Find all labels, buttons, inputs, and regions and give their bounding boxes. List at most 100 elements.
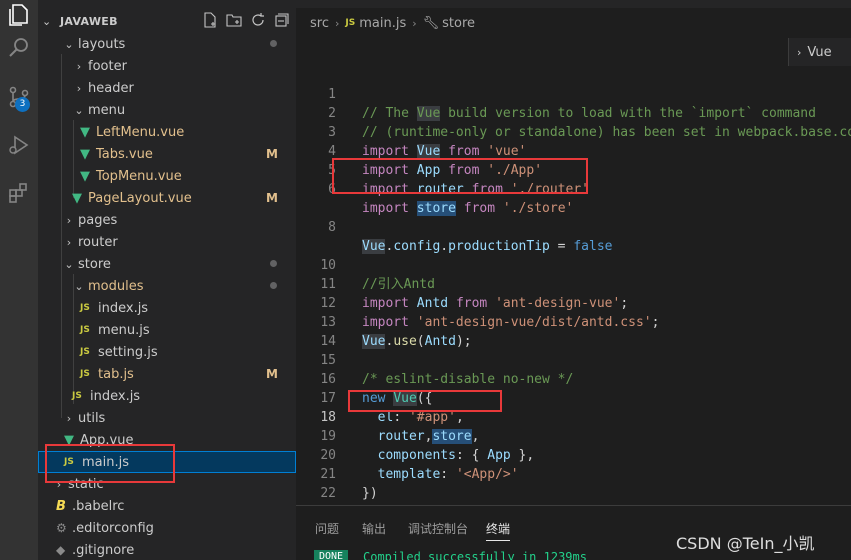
tree-item-label: router: [78, 234, 118, 250]
chevron-right-icon: ›: [334, 16, 340, 30]
code-line: 11 import Antd from 'ant-design-vue';: [296, 256, 851, 311]
annotation-box-import-store: [332, 158, 588, 194]
annotation-box-router-store: [348, 390, 502, 412]
tree-item-label: PageLayout.vue: [88, 190, 192, 206]
tree-file-tabs-vue[interactable]: ▼ Tabs.vue M: [38, 143, 296, 165]
breadcrumb: src › JS main.js › 🔧︎ store: [310, 14, 475, 32]
js-file-icon: JS: [80, 325, 90, 335]
tree-file-pagelayout-vue[interactable]: ▼ PageLayout.vue M: [38, 187, 296, 209]
tree-item-label: store: [78, 256, 111, 272]
tab-terminal[interactable]: 终端: [486, 520, 510, 537]
chevron-down-icon[interactable]: ⌄: [42, 15, 58, 28]
sticky-scroll-widget[interactable]: › Vue: [788, 38, 851, 66]
search-icon[interactable]: [4, 32, 34, 62]
modified-dot: [270, 282, 277, 289]
tree-file-setting-js[interactable]: JS setting.js: [38, 341, 296, 363]
tree-item-label: TopMenu.vue: [96, 168, 182, 184]
git-file-icon: ◆: [56, 543, 66, 557]
tree-item-label: tab.js: [98, 366, 134, 382]
chevron-down-icon: ⌄: [64, 37, 74, 51]
collapse-all-icon[interactable]: [274, 12, 290, 28]
line-number: 6: [328, 182, 336, 197]
babel-file-icon: B: [56, 498, 66, 514]
tree-folder-modules[interactable]: ⌄ modules: [38, 275, 296, 297]
tree-file-store-index-js[interactable]: JS index.js: [38, 385, 296, 407]
status-badge: DONE: [314, 550, 349, 560]
line-number: 22: [320, 486, 336, 501]
terminal-output: Compiled successfully in 1239ms: [363, 550, 587, 560]
chevron-right-icon: ›: [66, 213, 72, 227]
js-file-icon: JS: [72, 391, 82, 401]
extensions-icon[interactable]: [4, 178, 34, 208]
tree-file-modules-index-js[interactable]: JS index.js: [38, 297, 296, 319]
tree-item-label: layouts: [78, 36, 126, 52]
chevron-right-icon: ›: [66, 235, 72, 249]
tree-folder-layouts[interactable]: ⌄ layouts: [38, 33, 296, 55]
annotation-box-main-js: [45, 444, 175, 483]
breadcrumb-symbol[interactable]: store: [442, 16, 475, 31]
watermark: CSDN @TeIn_小凯: [676, 534, 815, 553]
tree-item-label: .babelrc: [72, 498, 125, 514]
tab-debug-console[interactable]: 调试控制台: [408, 520, 468, 537]
new-file-icon[interactable]: [202, 12, 218, 28]
code-line: 16 new Vue({: [296, 351, 851, 406]
vue-file-icon: ▼: [80, 146, 90, 162]
line-text: }): [362, 486, 378, 501]
tree-file-leftmenu-vue[interactable]: ▼ LeftMenu.vue: [38, 121, 296, 143]
code-line: 12 import 'ant-design-vue/dist/antd.css'…: [296, 275, 851, 330]
tree-item-label: Tabs.vue: [96, 146, 153, 162]
tree-item-label: LeftMenu.vue: [96, 124, 185, 140]
js-file-icon: JS: [345, 18, 356, 28]
code-line: 4 import App from './App': [296, 123, 851, 178]
tree-file-editorconfig[interactable]: ⚙ .editorconfig: [38, 517, 296, 539]
tab-problems[interactable]: 问题: [315, 520, 339, 537]
tree-item-label: index.js: [90, 388, 141, 404]
breadcrumb-file[interactable]: main.js: [359, 16, 406, 31]
tree-file-menu-js[interactable]: JS menu.js: [38, 319, 296, 341]
modified-dot: [270, 40, 277, 47]
explorer-header[interactable]: ⌄ JAVAWEB: [38, 10, 296, 32]
js-file-icon: JS: [80, 369, 90, 379]
code-line: 17 el: '#app',: [296, 370, 851, 425]
tree-folder-router[interactable]: › router: [38, 231, 296, 253]
code-line: 20 template: '<App/>': [296, 427, 851, 482]
code-line: 21 }): [296, 446, 851, 501]
tree-item-label: utils: [78, 410, 106, 426]
chevron-right-icon: ›: [76, 81, 82, 95]
code-line: 13 Vue.use(Antd);: [296, 294, 851, 349]
modified-dot: [270, 260, 277, 267]
wrench-icon: 🔧︎: [422, 15, 440, 31]
chevron-right-icon: ›: [412, 16, 417, 30]
tree-file-gitignore[interactable]: ◆ .gitignore: [38, 539, 296, 560]
tree-folder-pages[interactable]: › pages: [38, 209, 296, 231]
tree-folder-utils[interactable]: › utils: [38, 407, 296, 429]
sticky-label: Vue: [807, 44, 832, 60]
refresh-icon[interactable]: [250, 12, 266, 28]
chevron-down-icon: ⌄: [74, 279, 84, 293]
tree-item-label: setting.js: [98, 344, 158, 360]
chevron-right-icon: ›: [76, 59, 82, 73]
code-line: 3 import Vue from 'vue': [296, 104, 851, 159]
workspace-title: JAVAWEB: [60, 14, 118, 28]
activity-bar: 3: [0, 0, 38, 560]
active-tab-indicator: [486, 540, 510, 541]
tree-file-babelrc[interactable]: B .babelrc: [38, 495, 296, 517]
breadcrumb-src[interactable]: src: [310, 16, 329, 31]
tree-item-label: footer: [88, 58, 127, 74]
code-line: 15 /* eslint-disable no-new */: [296, 332, 851, 387]
tree-folder-footer[interactable]: › footer: [38, 55, 296, 77]
code-line: 14: [296, 313, 851, 349]
tab-output[interactable]: 输出: [362, 520, 386, 537]
chevron-right-icon: ›: [797, 45, 802, 59]
run-debug-icon[interactable]: [4, 130, 34, 160]
code-editor: src › JS main.js › 🔧︎ store › Vue 1 // T…: [296, 0, 851, 505]
tree-item-label: index.js: [98, 300, 149, 316]
chevron-down-icon: ⌄: [64, 257, 74, 271]
tree-file-topmenu-vue[interactable]: ▼ TopMenu.vue: [38, 165, 296, 187]
tree-folder-header[interactable]: › header: [38, 77, 296, 99]
tree-file-tab-js[interactable]: JS tab.js M: [38, 363, 296, 385]
tree-folder-store[interactable]: ⌄ store: [38, 253, 296, 275]
tree-folder-menu[interactable]: ⌄ menu: [38, 99, 296, 121]
explorer-icon[interactable]: [4, 0, 34, 30]
new-folder-icon[interactable]: [226, 12, 242, 28]
